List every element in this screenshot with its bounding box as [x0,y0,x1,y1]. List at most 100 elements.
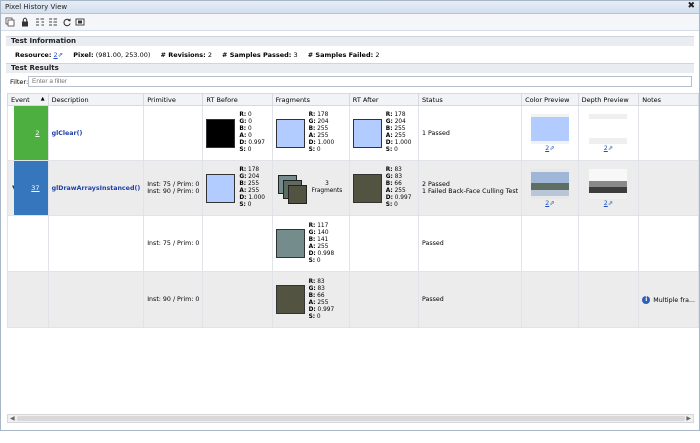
copy-icon[interactable] [5,17,15,27]
color-swatch [206,118,236,148]
description-link[interactable]: glDrawArraysInstanced() [52,185,141,192]
event-cell[interactable]: ▼ 37 [7,160,49,216]
col-rt-after[interactable]: RT After [348,93,420,106]
color-preview-link[interactable]: 2⇗ [525,200,574,207]
channel-values: R: 83 G: 83 B: 66 A: 255 D: 0.997 S: 0 [308,278,335,320]
pixel-value: (981.00, 253.00) [95,51,151,59]
col-description[interactable]: Description [47,93,145,106]
samples-passed-value: 3 [293,51,298,59]
link-arrow-icon: ⇗ [57,51,64,59]
color-preview-image[interactable] [530,114,569,144]
depth-preview-link[interactable]: 2⇗ [582,200,636,207]
test-results-header: Test Results [6,63,694,73]
rt-after-cell: R: 178 G: 204 B: 255 A: 255 D: 1.000 S: 0 [348,105,420,161]
lock-icon[interactable] [20,17,30,27]
samples-failed-label: # Samples Failed: [307,51,374,59]
empty-area [8,328,699,443]
rt-after-cell [348,215,420,272]
pixel-history-window: Pixel History View ✖ Test Information Re… [0,0,700,431]
color-swatch [275,285,305,314]
fragments-cell: R: 117 G: 140 B: 141 A: 255 D: 0.998 S: 0 [271,215,350,272]
notes-cell [638,160,699,216]
color-preview-cell [521,271,579,328]
event-color-bar [13,106,48,160]
col-fragments[interactable]: Fragments [271,93,350,106]
title-bar: Pixel History View ✖ [1,1,699,14]
color-preview-image[interactable] [530,169,569,199]
fragments-cell: R: 178 G: 204 B: 255 A: 255 D: 1.000 S: 0 [271,105,350,161]
col-notes[interactable]: Notes [638,93,699,106]
depth-preview-cell: 2⇗ [577,160,640,216]
scroll-left-icon[interactable]: ◀ [10,415,15,422]
col-event[interactable]: Event ▲ [7,93,49,106]
channel-values: R: 117 G: 140 B: 141 A: 255 D: 0.998 S: 0 [308,222,335,264]
rt-before-cell [202,215,273,272]
export-icon[interactable] [75,17,85,27]
fragments-cell: R: 83 G: 83 B: 66 A: 255 D: 0.997 S: 0 [271,271,350,328]
channel-values: R: 0 G: 0 B: 0 A: 0 D: 0.997 S: 0 [239,112,265,153]
event-link[interactable]: 2 [35,129,39,137]
filter-input[interactable] [28,76,692,87]
description-cell [47,215,145,272]
scroll-right-icon[interactable]: ▶ [686,415,691,422]
color-swatch [352,173,382,203]
status-cell: Passed [417,271,523,328]
description-cell: glDrawArraysInstanced() [47,160,145,216]
section-title: Test Information [11,37,76,45]
section-title: Test Results [11,64,59,72]
event-cell[interactable]: 2 [7,105,49,161]
window-title: Pixel History View [5,3,68,11]
toolbar [1,14,699,31]
primitive-cell: Inst: 75 / Prim: 0 [143,215,204,272]
filter-label: Filter: [10,78,29,86]
table-row[interactable]: ▼ 37 glDrawArraysInstanced() Inst: 75 / … [7,160,699,216]
color-swatch [275,229,305,258]
rt-after-cell [348,271,420,328]
depth-preview-link[interactable]: 2⇗ [582,145,636,152]
results-table: Event ▲ Description Primitive RT Before F… [7,93,699,443]
revisions-value: 2 [207,51,212,59]
table-row[interactable]: Inst: 75 / Prim: 0 R: 117 G: 140 B: 141 A: … [7,215,699,272]
depth-preview-cell: 2⇗ [577,105,640,161]
col-depth-preview[interactable]: Depth Preview [577,93,640,106]
close-icon[interactable]: ✖ [687,1,695,11]
refresh-icon[interactable] [62,17,72,27]
scrollbar-thumb[interactable] [17,416,685,421]
sort-asc-icon: ▲ [40,95,45,102]
description-cell [47,271,145,328]
table-header: Event ▲ Description Primitive RT Before F… [7,93,699,106]
samples-failed-value: 2 [375,51,380,59]
table-row[interactable]: 2 glClear() R: 0 G: 0 B: 0 A: 0 D: 0.997 S: 0… [7,105,699,161]
samples-passed-label: # Samples Passed: [222,51,292,59]
primitive-cell: Inst: 90 / Prim: 0 [143,271,204,328]
depth-preview-cell [577,271,640,328]
collapse-all-icon[interactable] [48,17,58,27]
color-preview-link[interactable]: 2⇗ [525,145,574,152]
rt-before-cell: R: 178 G: 204 B: 255 A: 255 D: 1.000 S: 0 [202,160,273,216]
notes-cell [638,215,699,272]
table-row[interactable]: Inst: 90 / Prim: 0 R: 83 G: 83 B: 66 A: 255… [7,271,699,328]
horizontal-scrollbar[interactable]: ◀ ▶ [7,414,694,423]
description-link[interactable]: glClear() [52,130,83,137]
rt-before-cell: R: 0 G: 0 B: 0 A: 0 D: 0.997 S: 0 [202,105,273,161]
col-primitive[interactable]: Primitive [143,93,204,106]
revisions-label: # Revisions: [160,51,206,59]
col-color-preview[interactable]: Color Preview [521,93,579,106]
depth-preview-image[interactable] [589,169,628,199]
expand-all-icon[interactable] [35,17,45,27]
test-information-header: Test Information [6,36,694,46]
channel-values: R: 178 G: 204 B: 255 A: 255 D: 1.000 S: 0 [239,167,265,208]
col-rt-before[interactable]: RT Before [202,93,273,106]
channel-values: R: 178 G: 204 B: 255 A: 255 D: 1.000 S: 0 [308,112,335,153]
channel-values: R: 178 G: 204 B: 255 A: 255 D: 1.000 S: 0 [385,112,412,153]
depth-preview-image[interactable] [589,114,628,144]
col-status[interactable]: Status [417,93,523,106]
event-cell [7,271,49,328]
description-cell: glClear() [47,105,145,161]
notes-cell: i Multiple fra... [638,271,699,328]
event-link[interactable]: 37 [31,184,39,192]
channel-values: R: 83 G: 83 B: 66 A: 255 D: 0.997 S: 0 [385,167,412,208]
resource-label: Resource: [15,51,52,59]
status-cell: Passed [417,215,523,272]
pixel-label: Pixel: [73,51,94,59]
